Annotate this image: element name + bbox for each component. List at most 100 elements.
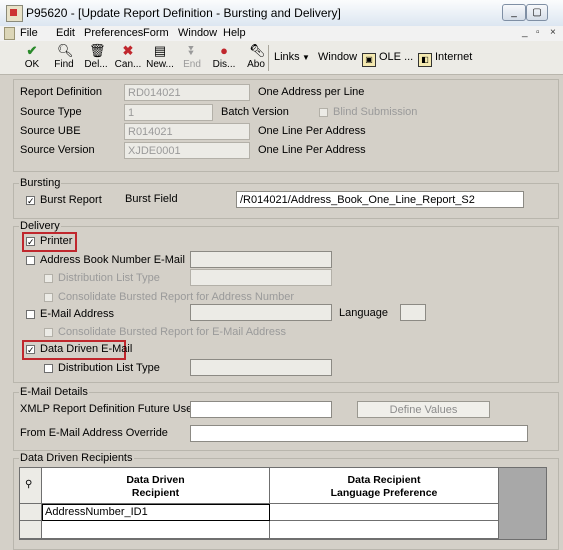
grid-find-icon: ⚲: [25, 479, 33, 490]
consolidate-email-label: Consolidate Bursted Report for E-Mail Ad…: [58, 326, 287, 338]
data-driven-label: Data Driven E-Mail: [40, 343, 133, 355]
links-dropdown-icon[interactable]: ▼: [302, 53, 310, 62]
col-header-recipient-line1: Data Driven: [126, 474, 185, 486]
menu-form[interactable]: Form: [143, 27, 169, 39]
new-button[interactable]: ▤ New...: [145, 43, 175, 71]
define-values-button[interactable]: Define Values: [357, 401, 490, 418]
source-version-label: Source Version: [20, 144, 95, 156]
doc-restore-button[interactable]: ▫: [536, 27, 540, 38]
col-header-recipient[interactable]: Data Driven Recipient: [42, 468, 270, 504]
dist-list-type2-label: Distribution List Type: [58, 362, 160, 374]
find-icon: 🔍︎: [57, 43, 74, 58]
delete-icon: 🗑︎: [89, 43, 106, 58]
bursting-title: Bursting: [19, 177, 62, 189]
source-ube-field[interactable]: R014021: [124, 123, 250, 140]
recipients-title: Data Driven Recipients: [19, 452, 134, 464]
blind-submission-label: Blind Submission: [333, 106, 418, 118]
cancel-label: Can...: [114, 59, 142, 70]
language-field[interactable]: [400, 304, 426, 321]
source-type-field[interactable]: 1: [124, 104, 213, 121]
ok-button[interactable]: ✔ OK: [17, 43, 47, 71]
table-cell-recipient[interactable]: AddressNumber_ID1: [42, 504, 270, 521]
data-driven-checkbox[interactable]: ✓: [26, 345, 35, 355]
window-title: P95620 - [Update Report Definition - Bur…: [26, 6, 341, 20]
ab-email-label: Address Book Number E-Mail: [40, 254, 185, 266]
report-definition-desc: One Address per Line: [258, 86, 365, 98]
cancel-button[interactable]: ✖ Can...: [113, 43, 143, 71]
find-button[interactable]: 🔍︎ Find: [49, 43, 79, 71]
table-cell-empty[interactable]: [270, 521, 499, 539]
menu-edit[interactable]: Edit: [56, 27, 75, 39]
consolidate-address-label: Consolidate Bursted Report for Address N…: [58, 291, 295, 303]
burst-field-label: Burst Field: [125, 193, 178, 205]
menu-preferences[interactable]: Preferences: [84, 27, 143, 39]
delivery-title: Delivery: [19, 220, 61, 232]
title-bar: P95620 - [Update Report Definition - Bur…: [0, 0, 563, 27]
links-menu[interactable]: Links: [274, 51, 300, 63]
table-cell-language[interactable]: [270, 504, 499, 521]
ab-email-checkbox[interactable]: [26, 256, 35, 265]
language-label: Language: [339, 307, 388, 319]
dist-list-type-field[interactable]: [190, 269, 332, 286]
table-cell-empty[interactable]: [42, 521, 270, 539]
minimize-button[interactable]: _: [502, 4, 526, 21]
menu-help[interactable]: Help: [223, 27, 246, 39]
burst-field-input[interactable]: /R014021/Address_Book_One_Line_Report_S2: [236, 191, 524, 208]
doc-icon: [4, 27, 15, 40]
toolbar: ✔ OK 🔍︎ Find 🗑︎ Del... ✖ Can... ▤ New...…: [0, 41, 563, 75]
menu-window[interactable]: Window: [178, 27, 217, 39]
dist-list-type2-field[interactable]: [190, 359, 332, 376]
xmlp-label: XMLP Report Definition Future Use: [20, 403, 193, 415]
doc-minimize-button[interactable]: _: [522, 27, 528, 38]
end-button[interactable]: ⏬︎ End: [177, 43, 207, 71]
doc-close-button[interactable]: ×: [550, 27, 556, 38]
recipients-grid: ⚲ Data Driven Recipient Data Recipient L…: [19, 467, 547, 540]
window-menu[interactable]: Window: [318, 51, 357, 63]
email-address-checkbox[interactable]: [26, 310, 35, 319]
maximize-button[interactable]: ▢: [526, 4, 548, 21]
grid-empty-area: [499, 468, 546, 539]
xmlp-field[interactable]: [190, 401, 332, 418]
source-ube-desc: One Line Per Address: [258, 125, 366, 137]
from-override-field[interactable]: [190, 425, 528, 442]
app-icon: [6, 5, 23, 22]
delete-button[interactable]: 🗑︎ Del...: [81, 43, 111, 71]
internet-label: Internet: [435, 51, 473, 63]
ole-icon: ▣: [362, 53, 376, 67]
display-icon: ●: [220, 43, 228, 58]
find-label: Find: [54, 59, 74, 70]
dist-list-type2-checkbox[interactable]: [44, 364, 53, 373]
ab-email-field[interactable]: [190, 251, 332, 268]
row-header-empty[interactable]: [20, 521, 42, 539]
consolidate-email-checkbox[interactable]: [44, 328, 53, 337]
row-header[interactable]: [20, 504, 42, 521]
end-icon: ⏬︎: [188, 43, 196, 58]
about-button[interactable]: 🔦︎ Abo: [241, 43, 271, 71]
col-header-language-line2: Language Preference: [330, 487, 438, 499]
new-icon: ▤: [153, 43, 167, 58]
menu-file[interactable]: File: [20, 27, 38, 39]
consolidate-address-checkbox[interactable]: [44, 293, 53, 302]
blind-submission-checkbox[interactable]: [319, 108, 328, 117]
menu-bar: File Edit Preferences Form Window Help _…: [0, 26, 563, 41]
col-header-language-line1: Data Recipient: [347, 474, 421, 486]
col-header-language[interactable]: Data Recipient Language Preference: [270, 468, 499, 504]
source-version-field[interactable]: XJDE0001: [124, 142, 250, 159]
burst-report-label: Burst Report: [40, 194, 102, 206]
burst-report-checkbox[interactable]: ✓: [26, 196, 35, 206]
new-label: New...: [146, 59, 174, 70]
printer-checkbox[interactable]: ✓: [26, 237, 35, 247]
ok-label: OK: [24, 59, 40, 70]
grid-corner[interactable]: ⚲: [20, 468, 42, 504]
display-button[interactable]: ● Dis...: [209, 43, 239, 71]
ole-link[interactable]: ▣ OLE ...: [362, 51, 413, 67]
report-definition-field[interactable]: RD014021: [124, 84, 250, 101]
email-address-label: E-Mail Address: [40, 308, 114, 320]
dist-list-type-checkbox[interactable]: [44, 274, 53, 283]
delete-label: Del...: [84, 59, 108, 70]
email-address-field[interactable]: [190, 304, 332, 321]
internet-link[interactable]: ◧ Internet: [418, 51, 472, 67]
col-header-recipient-line2: Recipient: [131, 487, 180, 499]
report-definition-label: Report Definition: [20, 86, 102, 98]
source-ube-label: Source UBE: [20, 125, 81, 137]
